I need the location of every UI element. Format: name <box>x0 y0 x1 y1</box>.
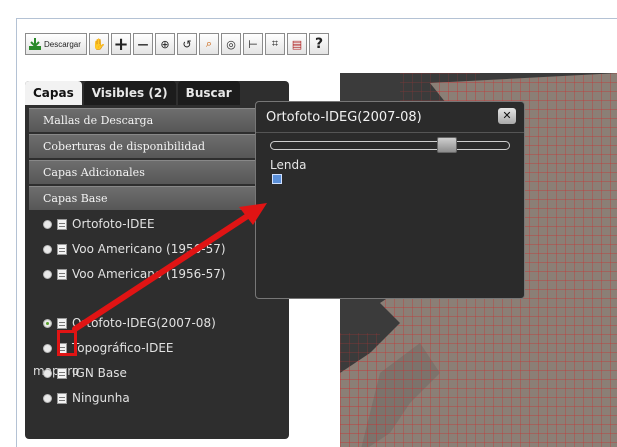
radio-button[interactable] <box>43 219 52 229</box>
zoom-extent-icon: ⌕ <box>205 37 213 50</box>
layer-option-label: Ortofoto-IDEG(2007-08) <box>72 316 216 330</box>
legend-icon[interactable] <box>272 174 282 184</box>
layer-icon <box>57 367 67 379</box>
zoom-previous-button[interactable]: ↺ <box>177 33 197 55</box>
layer-icon <box>57 317 67 329</box>
zoom-box-button[interactable]: ⊕ <box>155 33 175 55</box>
section-capas-base[interactable]: Capas Base <box>29 186 285 210</box>
popup-title: Ortofoto-IDEG(2007-08) <box>266 110 422 125</box>
opacity-slider[interactable] <box>270 137 510 153</box>
layer-option-label: Ortofoto-IDEE <box>72 217 155 231</box>
help-button[interactable]: ? <box>309 33 329 55</box>
layer-icon <box>57 392 67 404</box>
measure-icon: ⊢ <box>248 37 258 51</box>
layer-option-label: IGN Base <box>72 366 127 380</box>
layer-icon <box>57 268 67 280</box>
pan-button[interactable]: ✋ <box>89 33 109 55</box>
section-capas-adicionales[interactable]: Capas Adicionales <box>29 160 285 184</box>
layer-option-label: Voo Americano (1956-57) <box>72 267 226 281</box>
radio-button[interactable] <box>43 393 52 403</box>
layer-option-voo-americano-1[interactable]: Voo Americano (1956-57) <box>43 240 226 258</box>
zoom-in-icon: + <box>113 33 129 55</box>
radio-button[interactable] <box>43 269 52 279</box>
layer-option-label: Topográfico-IDEE <box>72 341 174 355</box>
globe-icon: ◎ <box>226 37 236 51</box>
download-label: Descargar <box>44 39 81 49</box>
measure-button[interactable]: ⊢ <box>243 33 263 55</box>
layer-option-ningunha[interactable]: Ningunha <box>43 389 130 407</box>
layer-properties-popup: Ortofoto-IDEG(2007-08) ✕ Lenda <box>255 101 525 299</box>
layer-option-label: Ningunha <box>72 391 130 405</box>
map-viewer: Descargar ✋ + — ⊕ ↺ ⌕ ◎ ⊢ ⌗ ▤ ? Capas Vi… <box>16 18 617 447</box>
layer-option-voo-americano-2[interactable]: Voo Americano (1956-57) <box>43 265 226 283</box>
close-icon[interactable]: ✕ <box>498 108 516 124</box>
layer-icon <box>57 218 67 230</box>
zoom-previous-icon: ↺ <box>182 37 192 51</box>
annotation-highlight-box <box>57 330 77 356</box>
layer-option-label: Voo Americano (1956-57) <box>72 242 226 256</box>
legend-label: Lenda <box>270 158 307 172</box>
download-icon <box>28 37 42 51</box>
layer-option-ortofoto-idee[interactable]: Ortofoto-IDEE <box>43 215 155 233</box>
radio-button[interactable] <box>43 343 52 353</box>
zoom-in-button[interactable]: + <box>111 33 131 55</box>
section-mallas-descarga[interactable]: Mallas de Descarga <box>29 108 285 132</box>
zoom-box-icon: ⊕ <box>160 37 170 51</box>
pan-hand-icon: ✋ <box>92 37 106 51</box>
tab-buscar[interactable]: Buscar <box>177 81 240 105</box>
help-icon: ? <box>314 36 324 52</box>
tab-visibles[interactable]: Visibles (2) <box>83 81 176 105</box>
print-button[interactable]: ▤ <box>287 33 307 55</box>
section-coberturas[interactable]: Coberturas de disponibilidad <box>29 134 285 158</box>
radio-button[interactable] <box>43 368 52 378</box>
crop-button[interactable]: ⌗ <box>265 33 285 55</box>
layer-option-ign-base[interactable]: IGN Base <box>43 364 127 382</box>
panel-tabs: Capas Visibles (2) Buscar <box>25 81 289 105</box>
print-icon: ▤ <box>291 37 303 51</box>
zoom-extent-button[interactable]: ⌕ <box>199 33 219 55</box>
layers-panel: Capas Visibles (2) Buscar Mallas de Desc… <box>25 81 289 439</box>
map-toolbar: Descargar ✋ + — ⊕ ↺ ⌕ ◎ ⊢ ⌗ ▤ ? <box>25 33 329 55</box>
layer-icon <box>57 243 67 255</box>
globe-button[interactable]: ◎ <box>221 33 241 55</box>
zoom-out-icon: — <box>137 37 149 51</box>
popup-divider <box>256 132 524 133</box>
download-button[interactable]: Descargar <box>25 33 87 55</box>
radio-button-selected[interactable] <box>43 318 52 328</box>
tab-capas[interactable]: Capas <box>25 81 82 105</box>
zoom-out-button[interactable]: — <box>133 33 153 55</box>
radio-button[interactable] <box>43 244 52 254</box>
crop-icon: ⌗ <box>271 37 279 50</box>
opacity-slider-handle[interactable] <box>437 137 457 153</box>
